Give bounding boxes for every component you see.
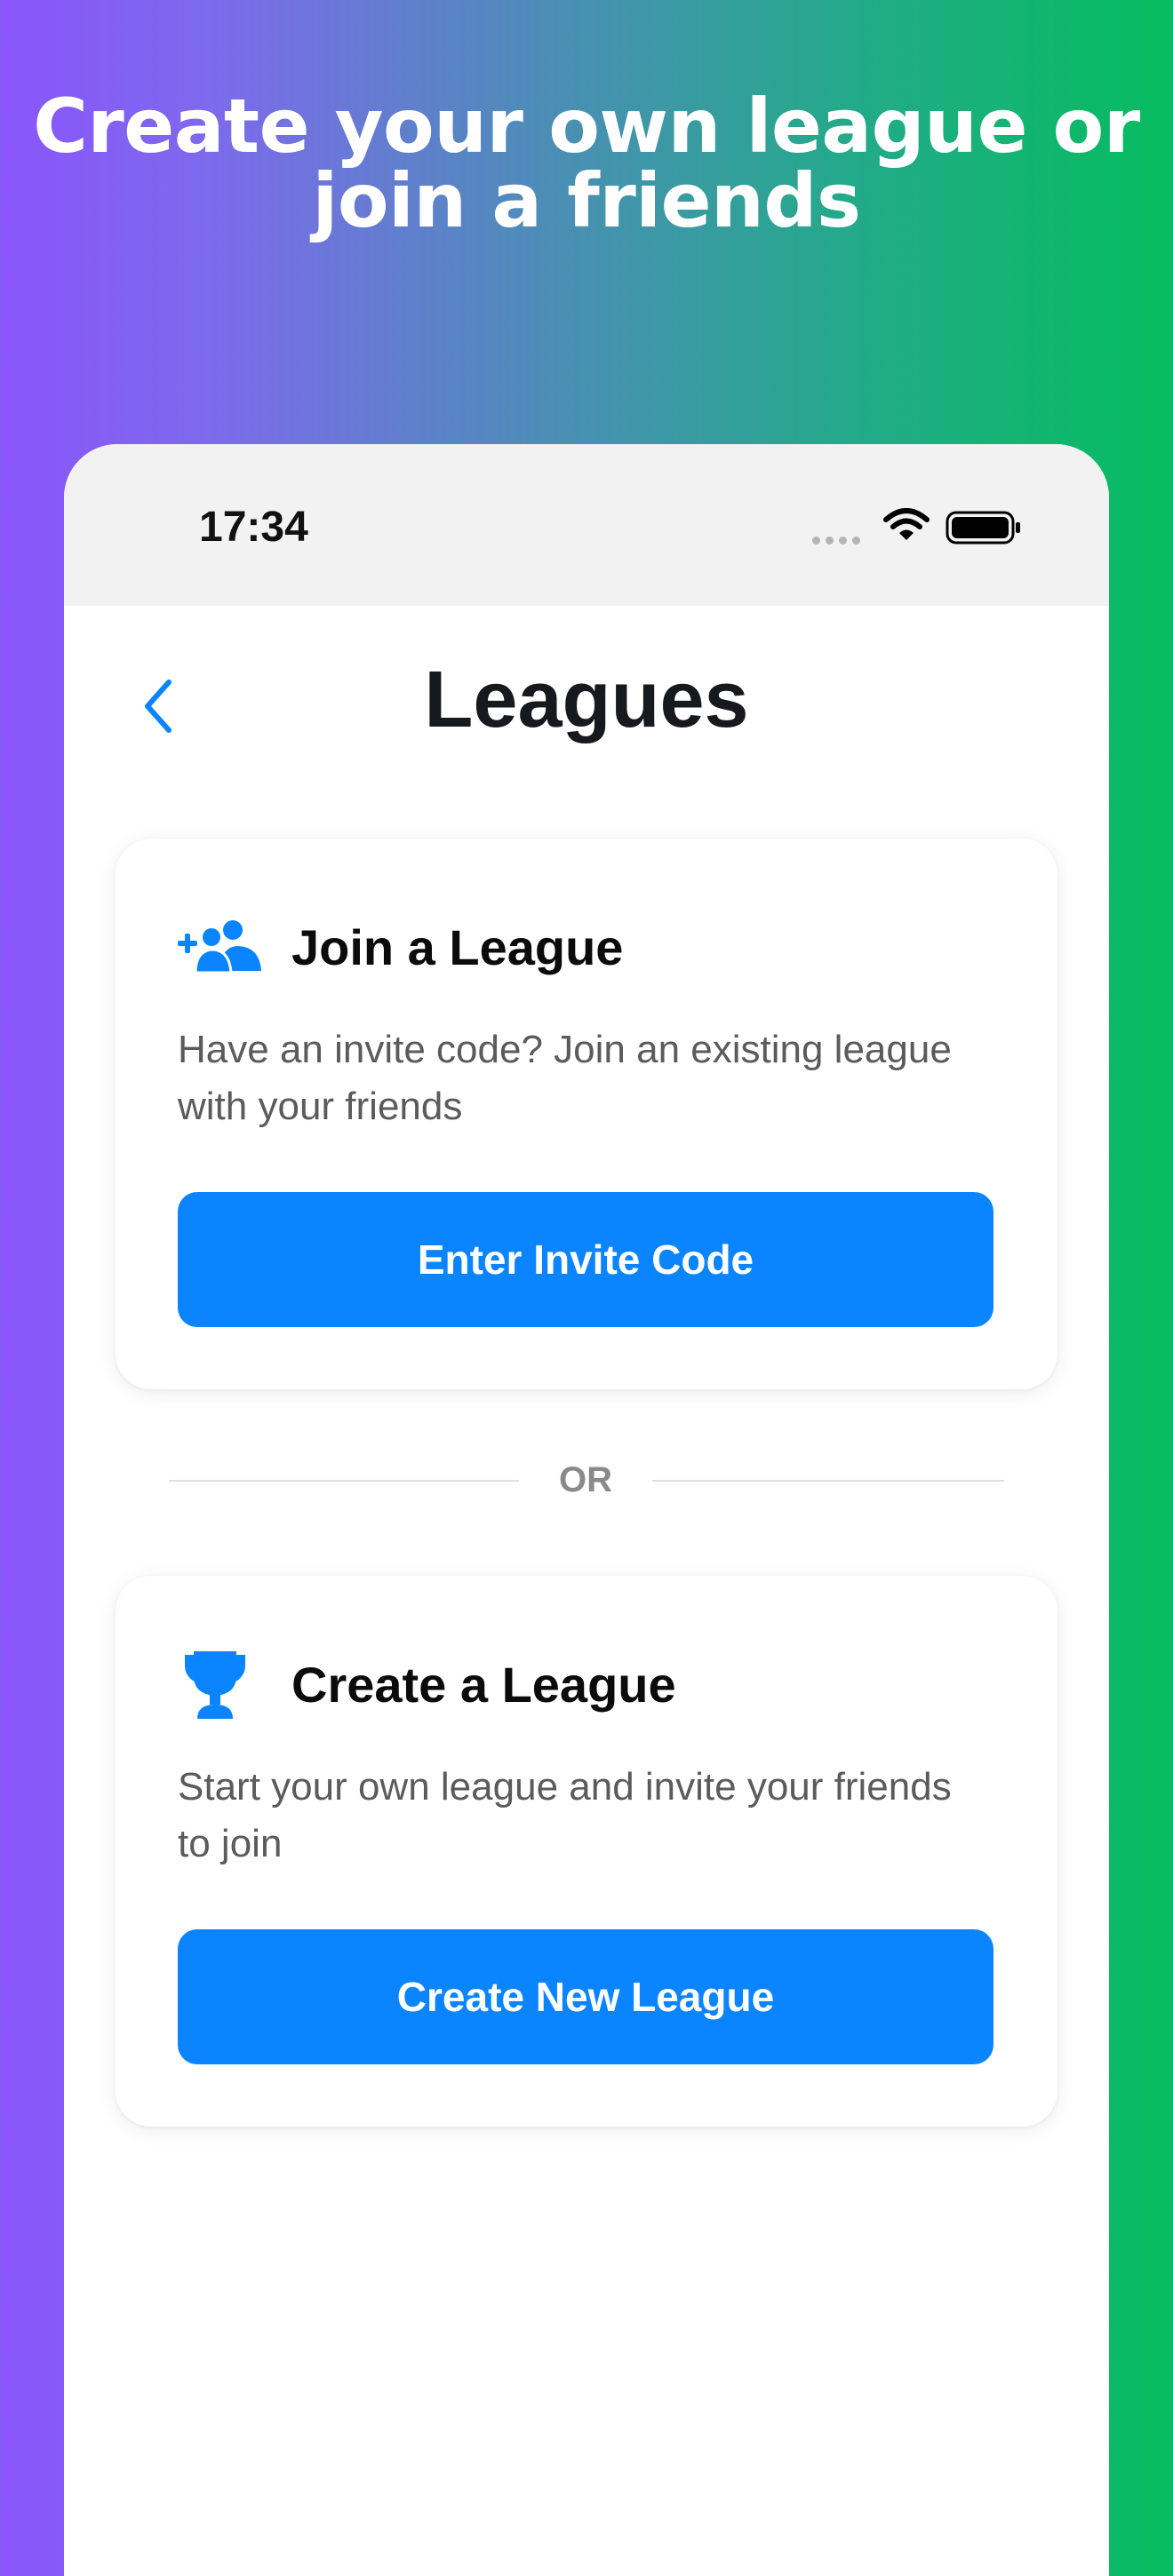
divider-label: OR xyxy=(559,1460,612,1499)
navigation-bar: Leagues xyxy=(64,606,1109,783)
create-league-card: Create a League Start your own league an… xyxy=(116,1576,1057,2127)
signal-dots-icon xyxy=(812,537,860,545)
promo-headline: Create your own league or join a friends xyxy=(0,89,1173,238)
status-bar: 17:34 xyxy=(64,444,1109,606)
divider-line-left xyxy=(169,1480,519,1482)
wifi-icon xyxy=(883,508,930,540)
or-divider: OR xyxy=(169,1444,1004,1515)
status-time: 17:34 xyxy=(199,504,308,551)
promo-headline-line-1: Create your own league or xyxy=(33,83,1140,170)
join-league-card: Join a League Have an invite code? Join … xyxy=(116,839,1057,1389)
join-league-header: Join a League xyxy=(178,908,623,988)
phone-screen: 17:34 Leagues Join a League Have an invi… xyxy=(64,444,1109,2576)
promo-headline-line-2: join a friends xyxy=(312,157,861,244)
create-league-description: Start your own league and invite your fr… xyxy=(178,1765,952,1865)
enter-invite-code-button[interactable]: Enter Invite Code xyxy=(178,1192,993,1327)
join-league-title: Join a League xyxy=(291,919,624,975)
trophy-icon xyxy=(178,1650,263,1721)
battery-icon xyxy=(946,511,1020,545)
create-new-league-button[interactable]: Create New League xyxy=(178,1929,993,2064)
create-league-header: Create a League xyxy=(178,1645,676,1725)
join-league-description: Have an invite code? Join an existing le… xyxy=(178,1028,952,1128)
person-add-group-icon xyxy=(178,912,263,983)
page-title: Leagues xyxy=(424,656,749,744)
divider-line-right xyxy=(652,1480,1004,1482)
create-league-title: Create a League xyxy=(291,1657,676,1713)
